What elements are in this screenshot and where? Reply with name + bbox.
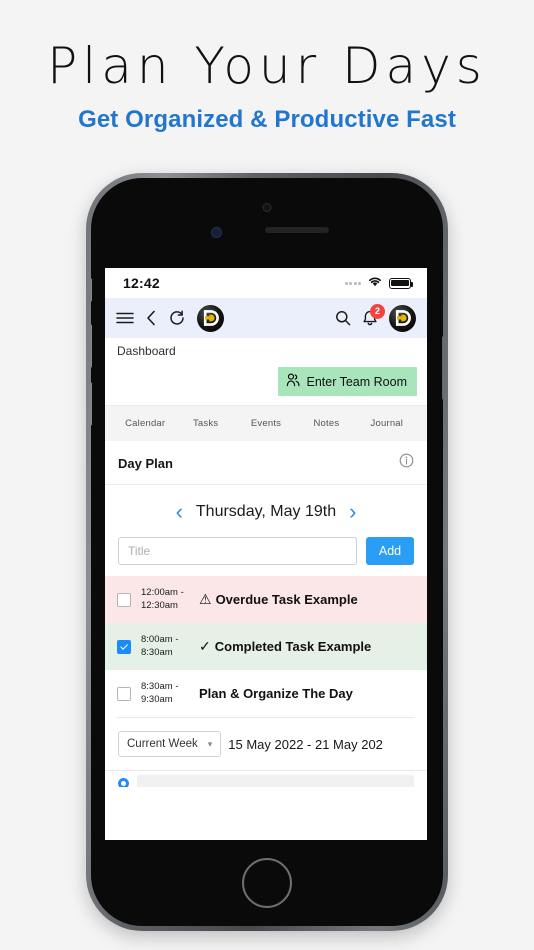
day-plan-title: Day Plan (118, 455, 173, 471)
info-circle-icon[interactable] (399, 453, 414, 473)
silent-switch[interactable] (91, 278, 92, 302)
table-row[interactable]: 8:30am - 9:30am Plan & Organize The Day (105, 670, 427, 717)
breadcrumb[interactable]: Dashboard (105, 338, 427, 363)
earpiece-speaker (265, 227, 329, 233)
current-date-label: Thursday, May 19th (195, 503, 337, 520)
app-nav-bar: 2 (105, 298, 427, 338)
partial-field[interactable] (137, 774, 414, 787)
task-time-start: 8:30am - (141, 680, 179, 692)
search-icon[interactable] (335, 310, 351, 326)
tab-journal[interactable]: Journal (357, 418, 417, 429)
day-plan-header: Day Plan (105, 441, 427, 485)
back-chevron-left-icon[interactable] (146, 310, 157, 326)
refresh-icon[interactable] (169, 310, 185, 326)
add-task-button[interactable]: Add (366, 537, 414, 565)
app-logo-icon[interactable] (197, 304, 224, 332)
prev-day-button[interactable]: ‹ (176, 501, 183, 523)
task-time-start: 12:00am - (141, 586, 184, 598)
week-select[interactable]: Current Week ▾ (118, 731, 222, 757)
notification-badge: 2 (370, 303, 385, 319)
hamburger-menu-icon[interactable] (116, 311, 134, 325)
tab-calendar[interactable]: Calendar (115, 418, 175, 429)
week-select-value: Current Week (127, 738, 198, 750)
status-time: 12:42 (123, 275, 160, 291)
user-avatar[interactable] (389, 304, 416, 332)
tab-tasks[interactable]: Tasks (175, 418, 235, 429)
task-checkbox[interactable] (117, 639, 131, 654)
phone-body: 12:42 2 Dashboard Enter Team Room Calend… (91, 178, 443, 926)
promo-header: Plan Your Days Get Organized & Productiv… (0, 0, 534, 134)
task-time: 8:30am - 9:30am (141, 681, 189, 707)
radio-selected-icon[interactable] (118, 777, 129, 787)
status-indicators (344, 274, 414, 292)
next-day-button[interactable]: › (349, 501, 356, 523)
week-selector-row: Current Week ▾ 15 May 2022 - 21 May 202 (105, 718, 427, 770)
chevron-down-icon: ▾ (207, 738, 213, 749)
week-date-range: 15 May 2022 - 21 May 202 (228, 736, 383, 752)
wifi-icon (367, 274, 383, 292)
enter-team-room-button[interactable]: Enter Team Room (278, 367, 417, 396)
home-button[interactable] (242, 858, 292, 908)
task-label-wrap: ✓ Completed Task Example (199, 638, 371, 655)
table-row[interactable]: 8:00am - 8:30am ✓ Completed Task Example (105, 623, 427, 670)
task-checkbox[interactable] (117, 592, 131, 607)
section-tabs: Calendar Tasks Events Notes Journal (105, 405, 427, 441)
date-navigator: ‹ Thursday, May 19th › (105, 485, 427, 537)
tab-notes[interactable]: Notes (296, 418, 356, 429)
phone-mockup: 12:42 2 Dashboard Enter Team Room Calend… (86, 173, 448, 931)
page-title: Plan Your Days (47, 37, 487, 95)
task-time-end: 8:30am (141, 646, 173, 658)
tab-events[interactable]: Events (236, 418, 296, 429)
volume-down-button[interactable] (91, 382, 92, 426)
people-icon (286, 373, 301, 390)
bottom-partial-row (105, 771, 427, 787)
task-title-input[interactable] (118, 537, 357, 565)
notifications-bell-icon[interactable]: 2 (362, 303, 385, 327)
enter-team-room-label: Enter Team Room (306, 374, 407, 389)
table-row[interactable]: 12:00am - 12:30am ⚠ Overdue Task Example (105, 576, 427, 623)
phone-screen: 12:42 2 Dashboard Enter Team Room Calend… (105, 268, 427, 840)
add-task-row: Add (105, 537, 427, 576)
front-camera-icon (262, 203, 272, 212)
task-label-wrap: Plan & Organize The Day (199, 686, 353, 701)
task-time-end: 12:30am (141, 599, 178, 611)
page-subtitle: Get Organized & Productive Fast (78, 106, 456, 133)
warning-triangle-icon: ⚠ (199, 591, 212, 607)
power-button[interactable] (442, 336, 443, 400)
task-checkbox[interactable] (117, 686, 131, 701)
task-label-wrap: ⚠ Overdue Task Example (199, 591, 358, 608)
status-bar: 12:42 (105, 268, 427, 298)
battery-full-icon (389, 277, 414, 289)
team-room-row: Enter Team Room (105, 363, 427, 405)
task-label: Completed Task Example (214, 639, 372, 654)
task-list: 12:00am - 12:30am ⚠ Overdue Task Example… (105, 576, 427, 718)
task-label: Plan & Organize The Day (199, 686, 353, 701)
task-time-start: 8:00am - (141, 633, 179, 645)
task-time-end: 9:30am (141, 693, 173, 705)
task-label: Overdue Task Example (215, 592, 358, 607)
proximity-sensor-icon (211, 227, 222, 238)
signal-dots-icon (344, 281, 361, 285)
task-time: 12:00am - 12:30am (141, 587, 189, 613)
volume-up-button[interactable] (91, 324, 92, 368)
task-time: 8:00am - 8:30am (141, 634, 189, 660)
check-icon: ✓ (199, 638, 211, 654)
